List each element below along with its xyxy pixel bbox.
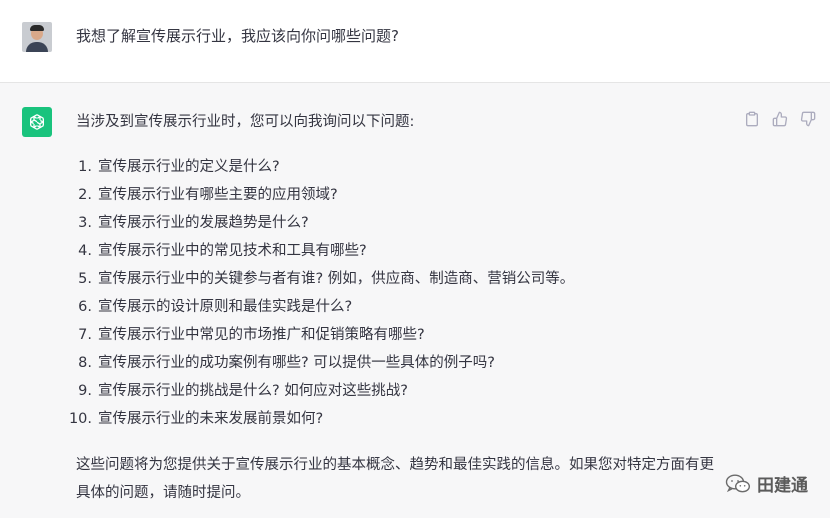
user-message-text: 我想了解宣传展示行业，我应该向你问哪些问题? (76, 27, 399, 45)
assistant-intro-text: 当涉及到宣传展示行业时，您可以向我询问以下问题: (76, 114, 415, 130)
list-item: 5. 宣传展示行业中的关键参与者有谁? 例如，供应商、制造商、营销公司等。 (76, 265, 736, 293)
list-item-text: 宣传展示行业的挑战是什么? 如何应对这些挑战? (98, 383, 408, 399)
user-message: 我想了解宣传展示行业，我应该向你问哪些问题? (0, 0, 830, 83)
list-item: 6. 宣传展示的设计原则和最佳实践是什么? (76, 293, 736, 321)
assistant-conclusion-text: 这些问题将为您提供关于宣传展示行业的基本概念、趋势和最佳实践的信息。如果您对特定… (76, 457, 714, 501)
message-actions (744, 111, 816, 127)
list-item: 10. 宣传展示行业的未来发展前景如何? (69, 405, 736, 433)
list-item-text: 宣传展示行业中的关键参与者有谁? 例如，供应商、制造商、营销公司等。 (98, 271, 575, 287)
list-item-text: 宣传展示行业中的常见技术和工具有哪些? (98, 243, 367, 259)
list-item-number: 1. (78, 159, 92, 175)
chatgpt-logo-icon (22, 107, 52, 137)
list-item-number: 8. (78, 355, 92, 371)
user-avatar (22, 22, 52, 52)
list-item-text: 宣传展示行业有哪些主要的应用领域? (98, 187, 338, 203)
list-item: 4. 宣传展示行业中的常见技术和工具有哪些? (76, 237, 736, 265)
assistant-message: 当涉及到宣传展示行业时，您可以向我询问以下问题: 1. 宣传展示行业的定义是什么?… (0, 83, 830, 518)
clipboard-icon[interactable] (744, 111, 760, 127)
thumbs-up-icon[interactable] (772, 111, 788, 127)
wechat-icon (725, 473, 751, 492)
assistant-message-content: 当涉及到宣传展示行业时，您可以向我询问以下问题: 1. 宣传展示行业的定义是什么?… (69, 111, 736, 522)
list-item-number: 2. (78, 187, 92, 203)
list-item-text: 宣传展示行业的未来发展前景如何? (98, 411, 324, 427)
list-item-number: 9. (78, 383, 92, 399)
list-item: 7. 宣传展示行业中常见的市场推广和促销策略有哪些? (76, 321, 736, 349)
list-item-text: 宣传展示行业中常见的市场推广和促销策略有哪些? (98, 327, 425, 343)
list-item-number: 4. (78, 243, 92, 259)
list-item-number: 10. (68, 411, 92, 427)
list-item-text: 宣传展示行业的定义是什么? (98, 159, 280, 175)
list-item: 8. 宣传展示行业的成功案例有哪些? 可以提供一些具体的例子吗? (76, 349, 736, 377)
list-item: 9. 宣传展示行业的挑战是什么? 如何应对这些挑战? (76, 377, 736, 405)
watermark-text: 田建通 (757, 476, 808, 496)
thumbs-down-icon[interactable] (800, 111, 816, 127)
watermark: 田建通 (725, 471, 808, 496)
list-item-number: 6. (78, 299, 92, 315)
question-list: 1. 宣传展示行业的定义是什么? 2. 宣传展示行业有哪些主要的应用领域? 3. 宣传… (69, 153, 736, 433)
list-item-number: 3. (78, 215, 92, 231)
list-item-number: 7. (78, 327, 92, 343)
list-item: 1. 宣传展示行业的定义是什么? (76, 153, 736, 181)
list-item-text: 宣传展示的设计原则和最佳实践是什么? (98, 299, 353, 315)
list-item-text: 宣传展示行业的成功案例有哪些? 可以提供一些具体的例子吗? (98, 355, 495, 371)
list-item: 3. 宣传展示行业的发展趋势是什么? (76, 209, 736, 237)
list-item-text: 宣传展示行业的发展趋势是什么? (98, 215, 309, 231)
list-item: 2. 宣传展示行业有哪些主要的应用领域? (76, 181, 736, 209)
list-item-number: 5. (78, 271, 92, 287)
